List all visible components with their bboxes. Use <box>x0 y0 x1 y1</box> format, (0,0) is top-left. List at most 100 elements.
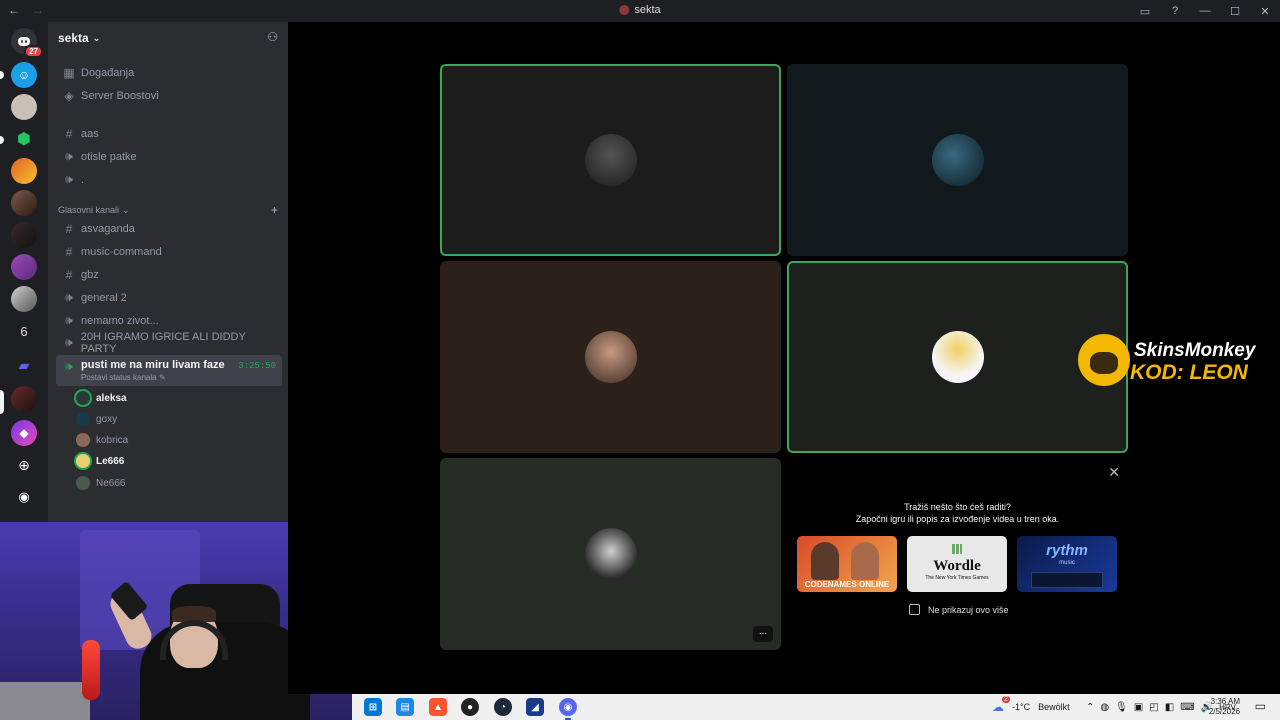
channel-music-command[interactable]: # music-command <box>56 241 282 262</box>
discord-window: ← → sekta ▭ ? — ☐ ✕ 27 ☺ ⬢ 6 ▰ ◆ ⊕ ◉ sek… <box>0 0 1280 720</box>
brave-browser-icon[interactable]: ▲ <box>429 698 447 716</box>
category-label: Glasovni kanali <box>58 205 120 215</box>
server-rail: 27 ☺ ⬢ 6 ▰ ◆ ⊕ ◉ <box>0 22 48 522</box>
game-codenames[interactable]: CODENAMES ONLINE <box>797 536 897 592</box>
tray-app-icon[interactable]: ▣ <box>1134 702 1143 713</box>
folder-icon[interactable]: ▰ <box>11 352 37 378</box>
channel-label: nemamo zivot... <box>81 314 159 327</box>
server-gray[interactable] <box>11 94 37 120</box>
dont-show-again-checkbox[interactable]: Ne prikazuj ovo više <box>909 604 1009 615</box>
server-purple[interactable] <box>11 254 37 280</box>
back-arrow-icon[interactable]: ← <box>8 3 20 17</box>
channel-asvaganda[interactable]: # asvaganda <box>56 218 282 239</box>
clock[interactable]: 3:36 AM 2/5/2026 <box>1209 697 1240 717</box>
minimize-button[interactable]: — <box>1190 5 1220 17</box>
forward-arrow-icon[interactable]: → <box>32 3 44 17</box>
notifications-icon[interactable]: ▭ <box>1255 699 1266 713</box>
status-hint-text: Postavi status kanala <box>81 373 157 382</box>
webcam-desk <box>0 682 90 720</box>
start-icon[interactable]: ⊞ <box>364 698 382 716</box>
weather-text: Bewölkt <box>1038 702 1070 712</box>
voice-user-kobrica[interactable]: kobrica <box>76 430 128 450</box>
channel-label: otisle patke <box>81 150 137 163</box>
discover-icon[interactable]: ◉ <box>11 484 37 510</box>
participant-tile-aleksa[interactable] <box>440 64 781 256</box>
game-wordle[interactable]: Wordle The New York Times Games <box>907 536 1007 592</box>
participant-tile-goxy[interactable] <box>787 64 1128 256</box>
add-server-icon[interactable]: ⊕ <box>11 452 37 478</box>
channel-20h[interactable]: 🕪 20H IGRAMO IGRICE ALI DIDDY PARTY <box>56 331 282 355</box>
monkey-face <box>1090 352 1118 374</box>
channel-label: music-command <box>81 245 162 258</box>
channel-active-voice[interactable]: 🕪 pusti me na miru livam faze 3:25:50 Po… <box>56 355 282 386</box>
close-icon[interactable]: ✕ <box>1108 464 1120 481</box>
hash-icon: # <box>65 244 73 259</box>
channel-gbz[interactable]: # gbz <box>56 264 282 285</box>
voice-user-aleksa[interactable]: aleksa <box>76 388 127 408</box>
server-header[interactable]: sekta ⌄ ⚇ <box>48 22 288 54</box>
inbox-icon[interactable]: ▭ <box>1130 5 1160 18</box>
unread-pill <box>0 136 4 144</box>
category-voice[interactable]: Glasovni kanali ⌄ + <box>58 203 278 217</box>
speaker-icon: 🕪 <box>65 359 73 373</box>
channel-label: . <box>81 173 85 186</box>
add-channel-icon[interactable]: + <box>271 203 278 217</box>
boost-icon: ◈ <box>64 88 74 103</box>
game-title: rythm <box>1046 542 1088 559</box>
channel-status-hint[interactable]: Postavi status kanala ✎ <box>81 373 166 382</box>
channel-otisle-patke[interactable]: 🕪 otisle patke <box>56 146 282 167</box>
avatar <box>931 134 984 186</box>
chevron-up-icon[interactable]: ⌃ <box>1086 702 1094 713</box>
participant-tile-ne666[interactable]: ... <box>440 458 781 650</box>
tray-app-icon[interactable]: ◍ <box>1100 702 1109 713</box>
speaker-icon: 🕪 <box>65 149 73 163</box>
voice-user-name: kobrica <box>96 434 129 446</box>
server-dark[interactable] <box>11 222 37 248</box>
microphone-icon[interactable]: 🎙 <box>1115 702 1128 713</box>
maximize-button[interactable]: ☐ <box>1220 5 1250 18</box>
help-icon[interactable]: ? <box>1160 5 1190 17</box>
channel-aas[interactable]: # aas <box>56 123 282 144</box>
game-subtitle: music <box>1059 560 1075 566</box>
network-icon[interactable]: ⌨ <box>1180 702 1194 713</box>
server-boosts-item[interactable]: ◈ Server Boostovi <box>56 85 282 106</box>
tray-app-icon[interactable]: ◧ <box>1165 702 1174 713</box>
nav-arrows: ← → <box>8 3 44 17</box>
server-folder-number[interactable]: 6 <box>11 318 37 344</box>
server-green[interactable]: ⬢ <box>11 126 37 152</box>
avatar <box>76 454 90 468</box>
close-button[interactable]: ✕ <box>1250 5 1280 18</box>
more-options-button[interactable]: ... <box>753 626 773 642</box>
checkbox-label: Ne prikazuj ovo više <box>928 604 1009 615</box>
channel-nemamo-zivot[interactable]: 🕪 nemamo zivot... <box>56 310 282 331</box>
participant-tile-kobrica[interactable] <box>440 261 781 453</box>
server-app[interactable]: ◆ <box>11 420 37 446</box>
channel-dot[interactable]: 🕪 . <box>56 169 282 190</box>
events-item[interactable]: ▦ Događanja <box>56 62 282 83</box>
voice-user-ne666[interactable]: Ne666 <box>76 473 125 493</box>
steam-icon[interactable]: ◔ <box>494 698 512 716</box>
game-rythm[interactable]: rythm music <box>1017 536 1117 592</box>
pencil-icon: ✎ <box>158 373 166 382</box>
direct-messages-button[interactable]: 27 <box>11 28 43 58</box>
unread-pill <box>0 71 4 79</box>
channel-general-2[interactable]: 🕪 general 2 <box>56 287 282 308</box>
server-active[interactable] <box>11 386 37 412</box>
activity-suggestion: ✕ Tražiš nešto što ćeš raditi? Započni i… <box>787 458 1128 650</box>
discord-taskbar-icon[interactable]: ◉ <box>559 698 577 720</box>
voice-user-le666[interactable]: Le666 <box>76 451 124 471</box>
invite-people-icon[interactable]: ⚇ <box>267 30 278 44</box>
server-face[interactable] <box>11 286 37 312</box>
clock-time: 3:36 AM <box>1210 697 1240 706</box>
explorer-icon[interactable]: ▤ <box>396 698 414 716</box>
voice-user-goxy[interactable]: goxy <box>76 409 117 429</box>
app-icon[interactable]: ◢ <box>526 698 544 716</box>
tray-app-icon[interactable]: ◰ <box>1149 702 1158 713</box>
checkbox-box[interactable] <box>909 604 920 615</box>
channel-sidebar: sekta ⌄ ⚇ ▦ Događanja ◈ Server Boostovi … <box>48 22 288 522</box>
server-orange[interactable] <box>11 158 37 184</box>
obs-icon[interactable]: ● <box>461 698 479 716</box>
server-smiley[interactable]: ☺ <box>11 62 37 88</box>
server-photo[interactable] <box>11 190 37 216</box>
activity-hint: Započni igru ili popis za izvođenje vide… <box>855 514 1060 524</box>
